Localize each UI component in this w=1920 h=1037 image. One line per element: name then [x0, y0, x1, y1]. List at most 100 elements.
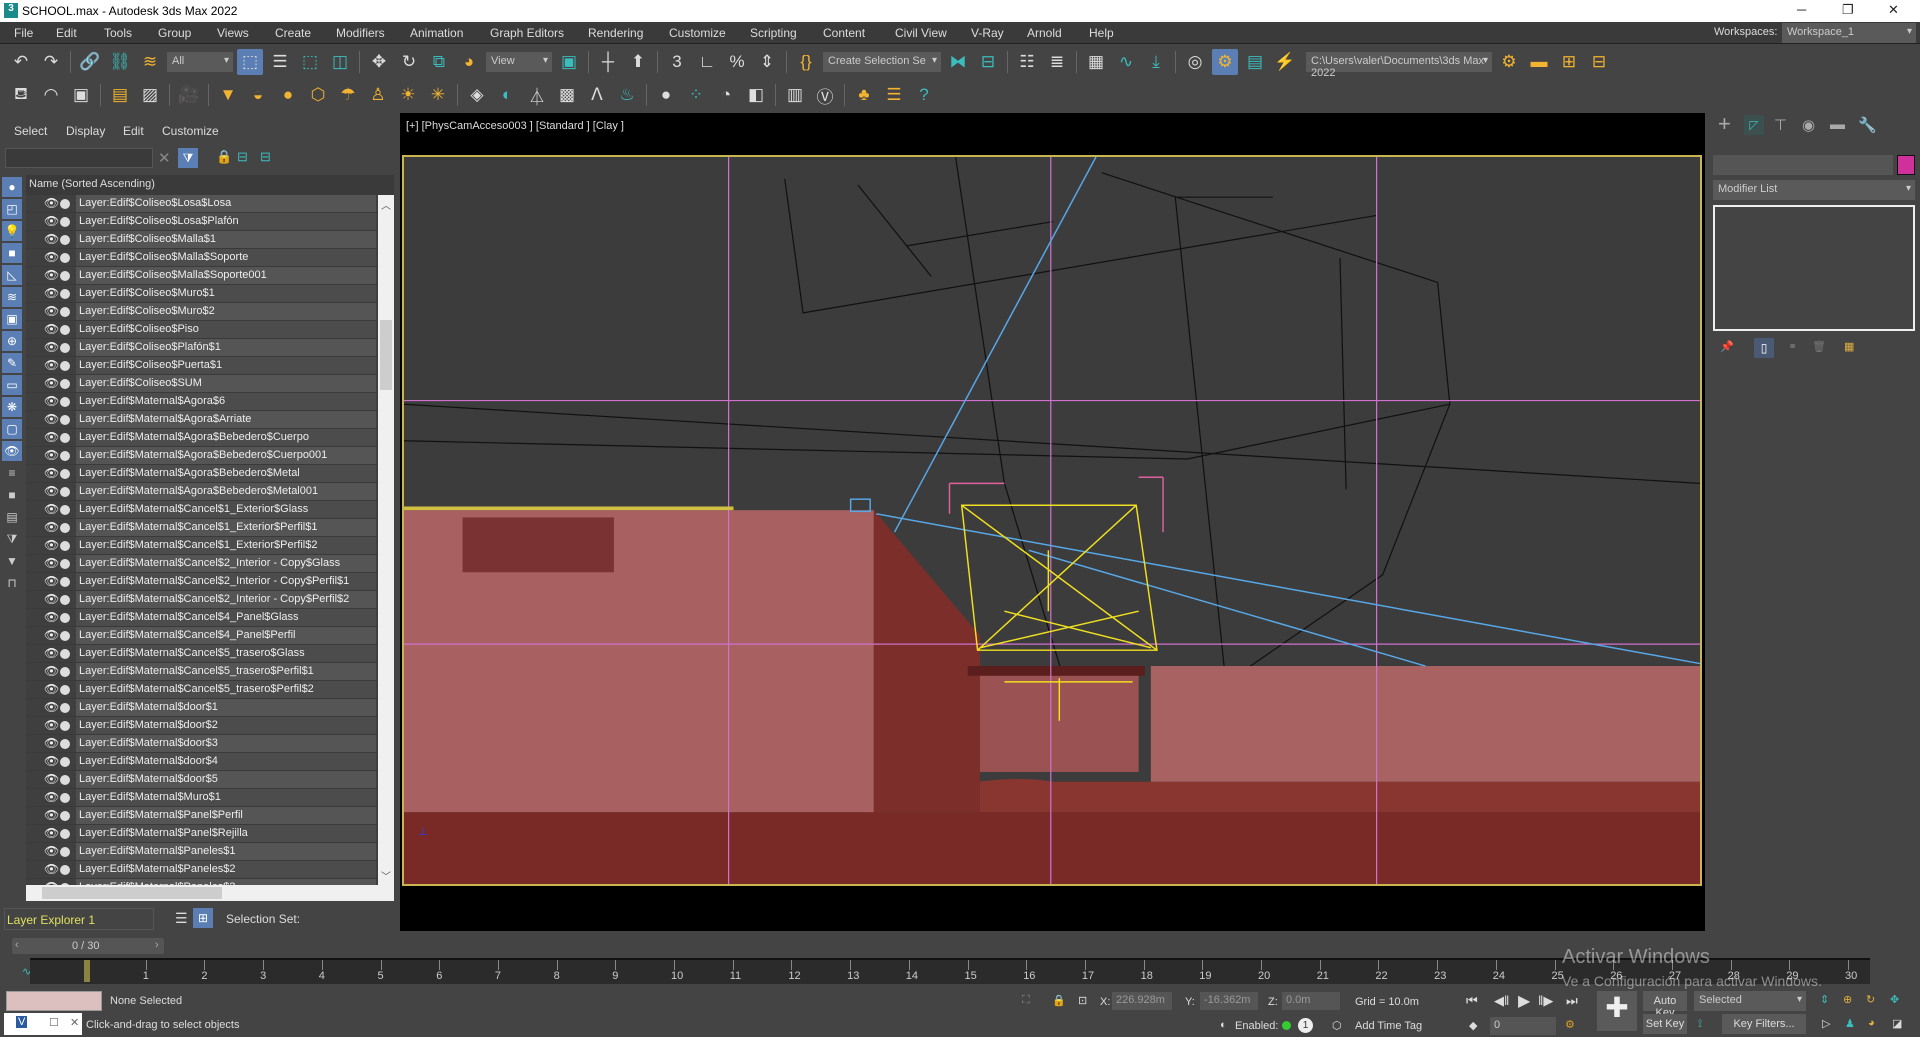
layer-row[interactable]: 👁 Layer:Edif$Maternal$Agora$Arriate — [26, 411, 394, 429]
visibility-eye-icon[interactable]: 👁 — [44, 790, 59, 804]
toggle-layer-explorer-icon[interactable]: ≣ — [1044, 49, 1070, 75]
visibility-eye-icon[interactable]: 👁 — [44, 718, 59, 732]
grass-icon[interactable]: ⴷ — [584, 82, 610, 108]
layer-row[interactable]: 👁 Layer:Edif$Coliseo$Piso — [26, 321, 394, 339]
restore-button[interactable]: ❐ — [1842, 2, 1854, 18]
visibility-eye-icon[interactable]: 👁 — [44, 610, 59, 624]
freeze-toggle-icon[interactable] — [60, 847, 70, 857]
layer-row[interactable]: 👁 Layer:Edif$Maternal$Paneles$1 — [26, 843, 394, 861]
filter-icon[interactable]: ▼ — [2, 551, 22, 571]
geometry-filter-icon[interactable]: ● — [2, 177, 22, 197]
select-object-icon[interactable]: ⬚ — [237, 49, 263, 75]
freeze-toggle-icon[interactable] — [60, 433, 70, 443]
time-slider[interactable]: ‹ 0 / 30 › — [12, 938, 164, 954]
lock-icon[interactable]: 🔒 — [216, 149, 232, 165]
menu-customize[interactable]: Customize — [669, 26, 726, 40]
freeze-toggle-icon[interactable] — [60, 649, 70, 659]
menu-content[interactable]: Content — [823, 26, 865, 40]
set-keys-button[interactable]: ✚ — [1597, 991, 1637, 1031]
tab-display[interactable]: Display — [66, 124, 105, 138]
menu-civil-view[interactable]: Civil View — [895, 26, 947, 40]
freeze-toggle-icon[interactable] — [60, 505, 70, 515]
menu-vray[interactable]: V-Ray — [971, 26, 1004, 40]
collapse-all-icon[interactable]: ⊟ — [260, 149, 271, 165]
freeze-toggle-icon[interactable] — [60, 199, 70, 209]
next-key-icon[interactable]: ‖▶ — [1538, 993, 1553, 1009]
isolate-icon[interactable]: ⛶ — [1022, 994, 1030, 1007]
auto-key-button[interactable]: Auto Key — [1643, 991, 1687, 1019]
display-tab-icon[interactable]: ▬ — [1830, 116, 1845, 133]
freeze-toggle-icon[interactable] — [60, 487, 70, 497]
window-crossing-icon[interactable]: ◫ — [327, 49, 353, 75]
visibility-eye-icon[interactable]: 👁 — [44, 358, 59, 372]
menu-scripting[interactable]: Scripting — [750, 26, 797, 40]
unlink-icon[interactable]: ⛓ — [107, 49, 133, 75]
project-path-dropdown[interactable]: C:\Users\valer\Documents\3ds Max 2022 — [1306, 52, 1492, 79]
visibility-eye-icon[interactable]: 👁 — [44, 214, 59, 228]
bone-filter-icon[interactable]: ✎ — [2, 353, 22, 373]
box-icon[interactable]: ▣ — [68, 82, 94, 108]
menu-help[interactable]: Help — [1089, 26, 1114, 40]
render-production-icon[interactable]: ⚡ — [1272, 49, 1298, 75]
z-coordinate-field[interactable]: 0.0m — [1282, 992, 1340, 1010]
layer-row[interactable]: 👁 Layer:Edif$Maternal$Cancel$2_Interior -… — [26, 573, 394, 591]
freeze-toggle-icon[interactable] — [60, 811, 70, 821]
layer-row[interactable]: 👁 Layer:Edif$Coliseo$Plafón$1 — [26, 339, 394, 357]
mirror-icon[interactable]: ⧓ — [945, 49, 971, 75]
helper-filter-icon[interactable]: ◺ — [2, 265, 22, 285]
visibility-eye-icon[interactable]: 👁 — [44, 466, 59, 480]
layer-row[interactable]: 👁 Layer:Edif$Maternal$Cancel$1_Exterior$P… — [26, 519, 394, 537]
configure-modifier-sets-icon[interactable]: ▦ — [1844, 340, 1854, 353]
visibility-eye-icon[interactable]: 👁 — [44, 664, 59, 678]
time-config-icon[interactable]: ⚙ — [1565, 1018, 1575, 1031]
shape-filter-icon[interactable]: ◰ — [2, 199, 22, 219]
info-icon[interactable]: 1 — [1298, 1018, 1313, 1033]
zoom-icon[interactable]: ⇕ — [1820, 993, 1829, 1006]
visibility-eye-icon[interactable]: 👁 — [44, 736, 59, 750]
freeze-toggle-icon[interactable] — [60, 235, 70, 245]
layer-row[interactable]: 👁 Layer:Edif$Maternal$Paneles$2 — [26, 861, 394, 879]
freeze-toggle-icon[interactable] — [60, 667, 70, 677]
modifier-list-dropdown[interactable]: Modifier List — [1713, 180, 1915, 200]
redo-icon[interactable]: ↷ — [38, 49, 64, 75]
layer-row[interactable]: 👁 Layer:Edif$Maternal$Cancel$1_Exterior$P… — [26, 537, 394, 555]
freeze-toggle-icon[interactable] — [60, 469, 70, 479]
freeze-toggle-icon[interactable] — [60, 217, 70, 227]
reference-coord-dropdown[interactable]: View — [486, 52, 552, 72]
play-icon[interactable]: ▶ — [1518, 991, 1530, 1011]
freeze-toggle-icon[interactable] — [60, 739, 70, 749]
visibility-eye-icon[interactable]: 👁 — [44, 682, 59, 696]
xref-filter-icon[interactable]: ⊕ — [2, 331, 22, 351]
hierarchy-tab-icon[interactable]: ⊤ — [1774, 116, 1787, 134]
freeze-toggle-icon[interactable] — [60, 631, 70, 641]
layer-row[interactable]: 👁 Layer:Edif$Coliseo$Malla$Soporte001 — [26, 267, 394, 285]
layer-row[interactable]: 👁 Layer:Edif$Maternal$Cancel$4_Panel$Glas… — [26, 609, 394, 627]
curve-editor-icon[interactable]: ∿ — [1113, 49, 1139, 75]
spacewarp-filter-icon[interactable]: ≋ — [2, 287, 22, 307]
layer-row[interactable]: 👁 Layer:Edif$Maternal$Agora$6 — [26, 393, 394, 411]
visibility-eye-icon[interactable]: 👁 — [44, 538, 59, 552]
visibility-eye-icon[interactable]: 👁 — [44, 196, 59, 210]
filter-settings-icon[interactable]: ⧩ — [2, 529, 22, 549]
current-frame-field[interactable]: 0 — [1490, 1017, 1556, 1035]
menu-file[interactable]: File — [14, 26, 33, 40]
layer-row[interactable]: 👁 Layer:Edif$Maternal$door$2 — [26, 717, 394, 735]
zoom-all-icon[interactable]: ⊕ — [1843, 993, 1852, 1006]
layer-row[interactable]: 👁 Layer:Edif$Maternal$Cancel$1_Exterior$G… — [26, 501, 394, 519]
light-filter-icon[interactable]: 💡 — [2, 221, 22, 241]
selection-lock-icon[interactable]: 🔒 — [1052, 994, 1066, 1007]
dome-light-icon[interactable]: ◒ — [245, 82, 271, 108]
percent-snap-icon[interactable]: % — [724, 49, 750, 75]
layer-row[interactable]: 👁 Layer:Edif$Coliseo$Muro$1 — [26, 285, 394, 303]
visibility-eye-icon[interactable]: 👁 — [44, 304, 59, 318]
thumb-close-icon[interactable]: ✕ — [70, 1016, 79, 1029]
sun-icon[interactable]: ☀ — [395, 82, 421, 108]
minimize-button[interactable]: ─ — [1797, 2, 1806, 17]
pan-icon[interactable]: ✥ — [1890, 993, 1899, 1006]
layer-row[interactable]: 👁 Layer:Edif$Maternal$Agora$Bebedero$Meta… — [26, 465, 394, 483]
freeze-toggle-icon[interactable] — [60, 721, 70, 731]
render-setup-icon[interactable]: ⚙ — [1212, 49, 1238, 75]
tripod-icon[interactable]: ⏃ — [524, 82, 550, 108]
menu-create[interactable]: Create — [275, 26, 311, 40]
particle-filter-icon[interactable]: ❋ — [2, 397, 22, 417]
